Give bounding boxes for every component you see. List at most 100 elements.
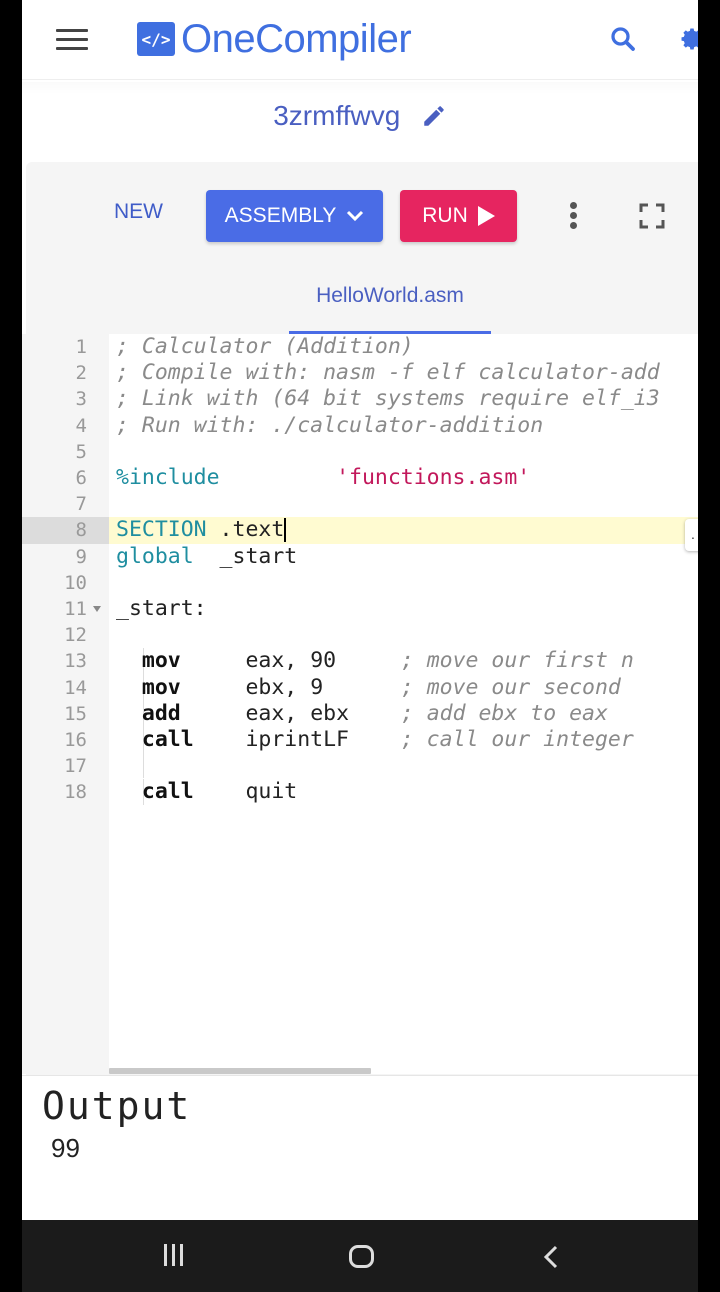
play-icon <box>477 206 495 226</box>
code-line: 16 call iprintLF ; call our integer <box>22 727 698 753</box>
opcode: mov <box>141 648 181 674</box>
code-line: 12 <box>22 622 698 648</box>
more-vert-icon[interactable] <box>568 200 578 232</box>
text-cursor <box>284 518 287 543</box>
run-label: RUN <box>422 204 468 227</box>
search-icon[interactable] <box>608 24 638 54</box>
menu-icon[interactable] <box>56 27 88 51</box>
tab-label: HelloWorld.asm <box>316 284 464 307</box>
code-line: 17 <box>22 753 698 779</box>
line-number: 12 <box>64 624 87 647</box>
section-keyword: SECTION <box>116 517 207 543</box>
app-window: </> OneCompiler 3zrmffwvg NEW ASSEMBLY R… <box>22 0 698 1220</box>
code-text: ; Run with: ./calculator-addition <box>116 412 544 438</box>
run-button[interactable]: RUN <box>400 190 517 242</box>
code-line: 13 mov eax, 90 ; move our first n <box>22 648 698 674</box>
code-line: 9 global _start <box>22 544 698 570</box>
code-line: 2 ; Compile with: nasm -f elf calculator… <box>22 360 698 386</box>
code-text: call quit <box>116 779 297 805</box>
line-number: 2 <box>75 362 87 385</box>
snippet-name[interactable]: 3zrmffwvg <box>273 100 400 131</box>
new-button[interactable]: NEW <box>114 200 163 224</box>
operands: iprintLF <box>245 727 350 752</box>
gear-icon[interactable] <box>677 24 698 54</box>
line-number: 15 <box>64 702 87 725</box>
code-brackets-icon: </> <box>137 22 175 56</box>
operands: ebx, 9 <box>245 674 324 700</box>
string-literal: 'functions.asm' <box>336 465 531 490</box>
comment: ; add ebx to eax <box>400 700 608 726</box>
code-line: 7 <box>22 491 698 517</box>
line-number: 3 <box>75 388 87 411</box>
code-text: _start: <box>116 596 207 621</box>
code-line: 6 %include 'functions.asm' <box>22 465 698 491</box>
side-handle[interactable]: . <box>685 519 698 551</box>
line-number: 10 <box>64 571 87 594</box>
global-keyword: global <box>116 543 194 569</box>
operands: eax, ebx <box>245 700 350 726</box>
recents-icon[interactable] <box>162 1244 186 1268</box>
line-number: 13 <box>64 650 87 673</box>
line-number: 5 <box>75 440 87 463</box>
language-select-button[interactable]: ASSEMBLY <box>206 190 383 242</box>
line-number: 16 <box>64 729 87 751</box>
code-text: ; Calculator (Addition) <box>116 334 414 359</box>
line-number: 7 <box>75 493 87 516</box>
horizontal-scrollbar[interactable] <box>109 1068 371 1074</box>
active-code-line: 8 SECTION .text <box>22 517 698 544</box>
code-line: 14 mov ebx, 9 ; move our second <box>22 675 698 701</box>
line-number: 1 <box>75 336 87 358</box>
line-number: 6 <box>75 467 87 489</box>
tab-helloworld-asm[interactable]: HelloWorld.asm <box>289 270 491 334</box>
code-text: %include 'functions.asm' <box>116 465 530 491</box>
system-nav-bar <box>22 1220 698 1292</box>
output-title: Output <box>42 1084 192 1128</box>
logo[interactable]: </> OneCompiler <box>137 16 412 62</box>
global-symbol: _start <box>193 543 298 569</box>
line-number: 18 <box>64 781 87 804</box>
fullscreen-icon[interactable] <box>639 203 665 229</box>
code-line: 4 ; Run with: ./calculator-addition <box>22 413 698 439</box>
code-line: 11 _start: <box>22 596 698 622</box>
code-line: 18 call quit <box>22 779 698 805</box>
include-directive: %include <box>116 465 220 490</box>
code-text: add eax, ebx ; add ebx to eax <box>116 701 608 727</box>
output-panel: Output 99 <box>22 1075 698 1220</box>
comment: ; move our first n <box>400 648 634 674</box>
code-line: 5 <box>22 439 698 465</box>
operands: eax, 90 <box>245 648 337 674</box>
output-value: 99 <box>51 1133 80 1163</box>
top-app-bar: </> OneCompiler <box>22 0 698 80</box>
operands: quit <box>245 779 298 805</box>
opcode: mov <box>141 674 181 700</box>
code-text: mov ebx, 9 ; move our second <box>116 675 634 701</box>
code-text: mov eax, 90 ; move our first n <box>116 648 634 674</box>
section-name: .text <box>206 517 285 543</box>
code-text: ; Compile with: nasm -f elf calculator-a… <box>116 360 660 386</box>
code-text: ; Link with (64 bit systems require elf_… <box>116 386 660 412</box>
line-number: 17 <box>64 755 87 778</box>
code-line: 3 ; Link with (64 bit systems require el… <box>22 386 698 412</box>
line-number: 4 <box>75 414 87 437</box>
language-label: ASSEMBLY <box>224 204 337 227</box>
opcode: call <box>141 779 194 805</box>
code-editor[interactable]: 1 ; Calculator (Addition) 2 ; Compile wi… <box>22 334 698 1074</box>
code-text: SECTION .text <box>116 517 287 543</box>
comment: ; move our second <box>400 674 634 700</box>
code-text: global _start <box>116 544 297 570</box>
fold-arrow-icon[interactable] <box>93 606 101 612</box>
pencil-icon[interactable] <box>421 103 447 129</box>
opcode: add <box>141 700 181 726</box>
code-line: 10 <box>22 570 698 596</box>
code-line: 1 ; Calculator (Addition) <box>22 334 698 360</box>
home-icon[interactable] <box>349 1245 374 1268</box>
code-text: call iprintLF ; call our integer <box>116 727 634 753</box>
line-number: 9 <box>75 545 87 568</box>
line-number: 8 <box>75 519 87 542</box>
logo-text: OneCompiler <box>181 16 412 61</box>
snippet-title: 3zrmffwvg <box>22 100 698 132</box>
code-line: 15 add eax, ebx ; add ebx to eax <box>22 701 698 727</box>
line-number: 11 <box>64 598 87 620</box>
back-icon[interactable] <box>540 1244 562 1270</box>
comment: ; call our integer <box>400 727 634 752</box>
